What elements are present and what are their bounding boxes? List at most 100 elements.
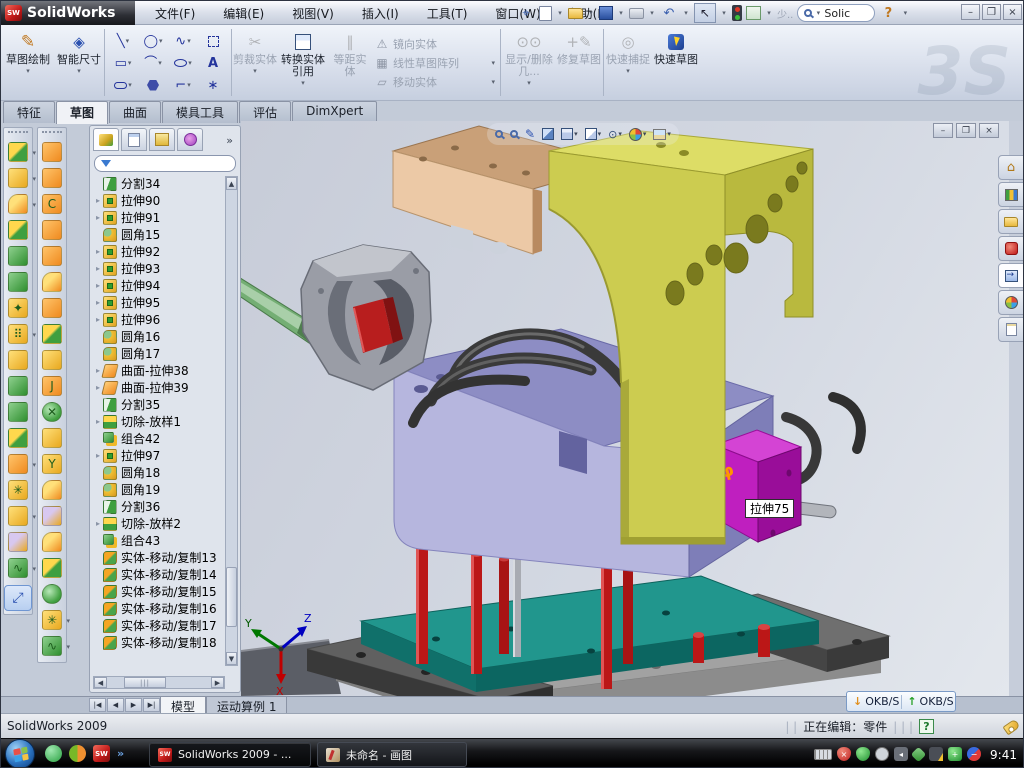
convert-entities-button[interactable]: 转换实体引用▾ — [277, 25, 329, 100]
tree-item-split35[interactable]: 分割35 — [93, 396, 240, 413]
restore-button[interactable]: ❐ — [982, 4, 1001, 20]
tab-dimxpert[interactable]: DimXpert — [292, 101, 377, 123]
blocked-tray-icon[interactable]: − — [967, 747, 981, 761]
quick-snaps-button[interactable]: ◎ 快速捕捉▾ — [605, 25, 651, 100]
surface-icon-15[interactable] — [42, 506, 62, 526]
tree-item-combine43[interactable]: 组合43 — [93, 532, 240, 549]
feature-icon-1[interactable] — [8, 142, 28, 162]
display-delete-relations-button[interactable]: ⊙⊙ 显示/删除几...▾ — [502, 25, 556, 100]
toolbox-tab[interactable] — [998, 236, 1024, 261]
view-orientation-icon[interactable]: ▾ — [561, 128, 578, 140]
menu-view[interactable]: 视图(V) — [278, 5, 348, 22]
surface-icon-14[interactable] — [42, 480, 62, 500]
tab-surfaces[interactable]: 曲面 — [109, 101, 161, 123]
feature-icon-9[interactable] — [8, 350, 28, 370]
save-icon[interactable] — [599, 6, 613, 20]
trim-entities-button[interactable]: ✂ 剪裁实体▾ — [233, 25, 277, 100]
feature-icon-13[interactable] — [8, 454, 28, 474]
sync-tray-icon[interactable] — [911, 746, 927, 762]
tree-filter-input[interactable] — [94, 155, 236, 172]
pin-icon[interactable]: ⌖ — [517, 4, 535, 22]
scroll-thumb[interactable] — [226, 567, 237, 627]
keyboard-layout-icon[interactable] — [814, 749, 832, 760]
tab-features[interactable]: 特征 — [3, 101, 55, 123]
surface-icon-18[interactable] — [42, 584, 62, 604]
surface-icon-2[interactable] — [42, 168, 62, 188]
surface-icon-17[interactable] — [42, 558, 62, 578]
surface-icon-3[interactable]: C — [42, 194, 62, 214]
view-palette-tab[interactable] — [998, 263, 1024, 288]
messenger-quicklaunch-icon[interactable] — [45, 745, 62, 762]
search-tray-icon[interactable] — [875, 747, 889, 761]
tree-item-split34[interactable]: 分割34 — [93, 175, 240, 192]
select-arrow-icon[interactable]: ↖ — [694, 3, 716, 23]
move-entities-button[interactable]: ▱ 移动实体▾ — [375, 74, 495, 90]
tab-evaluate[interactable]: 评估 — [239, 101, 291, 123]
close-button[interactable]: × — [1003, 4, 1022, 20]
arc-tool[interactable]: ⌒▾ — [138, 52, 168, 74]
offset-entities-button[interactable]: ∥ 等距实体 — [329, 25, 371, 100]
surface-icon-5[interactable] — [42, 246, 62, 266]
expand-arrow-icon[interactable]: ▸ — [93, 264, 103, 273]
tab-mold-tools[interactable]: 模具工具 — [162, 101, 238, 123]
slot-tool[interactable]: ▾ — [108, 74, 138, 96]
prev-tab-button[interactable]: ◀ — [107, 698, 124, 712]
feature-icon-10[interactable] — [8, 376, 28, 396]
doc-close-button[interactable]: × — [979, 123, 999, 138]
hide-show-items-icon[interactable]: ⊙▾ — [608, 128, 622, 141]
edit-appearance-icon[interactable]: ▾ — [629, 128, 647, 141]
media-quicklaunch-icon[interactable] — [69, 745, 86, 762]
expand-arrow-icon[interactable]: ▸ — [93, 247, 103, 256]
traffic-light-icon[interactable] — [732, 5, 742, 21]
feature-icon-8[interactable]: ⠿ — [8, 324, 28, 344]
tag-icon[interactable] — [1002, 718, 1020, 735]
expand-arrow-icon[interactable]: ▸ — [93, 213, 103, 222]
graphics-viewport[interactable]: φ — [241, 121, 1009, 696]
tree-item-movecopy14[interactable]: 实体-移动/复制14 — [93, 566, 240, 583]
next-tab-button[interactable]: ▶ — [125, 698, 142, 712]
doc-restore-button[interactable]: ❐ — [956, 123, 976, 138]
tree-item-extrude91[interactable]: ▸拉伸91 — [93, 209, 240, 226]
featuremanager-tab[interactable] — [93, 128, 119, 151]
custom-properties-tab[interactable] — [998, 317, 1024, 342]
feature-icon-2[interactable] — [8, 168, 28, 188]
feature-icon-3[interactable] — [8, 194, 28, 214]
rapid-sketch-button[interactable]: 快速草图 — [651, 25, 701, 100]
solidworks-quicklaunch-icon[interactable]: SW — [93, 745, 110, 762]
magenta-block[interactable]: φ — [715, 430, 801, 542]
surface-icon-13[interactable]: Y — [42, 454, 62, 474]
mirror-entities-button[interactable]: ⚠ 镜向实体 — [375, 36, 495, 52]
tree-item-movecopy16[interactable]: 实体-移动/复制16 — [93, 600, 240, 617]
panel-tabs-overflow[interactable]: » — [226, 134, 237, 151]
toolbar-drag-handle[interactable] — [8, 131, 28, 137]
menu-insert[interactable]: 插入(I) — [348, 5, 413, 22]
scroll-down-arrow[interactable]: ▼ — [226, 652, 237, 665]
tree-item-cutloft1[interactable]: ▸切除-放样1 — [93, 413, 240, 430]
antivirus-tray-icon[interactable]: × — [837, 747, 851, 761]
toolbar-drag-handle[interactable] — [42, 131, 62, 137]
sketch-fillet-tool[interactable]: ⌐▾ — [168, 74, 198, 96]
surface-icon-10[interactable]: J — [42, 376, 62, 396]
zoom-to-area-icon[interactable] — [510, 130, 518, 138]
sketch-draw-button[interactable]: ✎ 草图绘制▾ — [1, 25, 55, 100]
feature-icon-12[interactable] — [8, 428, 28, 448]
tree-horizontal-scrollbar[interactable]: ◀ ||| ▶ — [93, 676, 225, 689]
protection-tray-icon[interactable] — [856, 747, 870, 761]
surface-icon-20[interactable]: ∿ — [42, 636, 62, 656]
tree-item-combine42[interactable]: 组合42 — [93, 430, 240, 447]
tab-sketch[interactable]: 草图 — [56, 101, 108, 124]
smart-dimension-button[interactable]: ◈ 智能尺寸▾ — [55, 25, 103, 100]
scroll-up-arrow[interactable]: ▲ — [226, 177, 237, 190]
tree-item-extrude95[interactable]: ▸拉伸95 — [93, 294, 240, 311]
task-list-icon[interactable] — [746, 6, 761, 20]
taskbar-clock[interactable]: 9:41 — [990, 748, 1017, 762]
volume-tray-icon[interactable]: ◂ — [894, 747, 908, 761]
polygon-tool[interactable] — [138, 74, 168, 96]
taskbar-window-solidworks[interactable]: SW SolidWorks 2009 - ... — [149, 742, 311, 767]
surface-icon-9[interactable] — [42, 350, 62, 370]
exploded-mold-assembly[interactable]: φ — [241, 121, 1009, 696]
tree-item-extrude96[interactable]: ▸拉伸96 — [93, 311, 240, 328]
new-document-icon[interactable] — [539, 6, 552, 21]
scroll-right-arrow[interactable]: ▶ — [211, 677, 224, 688]
tree-item-cutloft2[interactable]: ▸切除-放样2 — [93, 515, 240, 532]
